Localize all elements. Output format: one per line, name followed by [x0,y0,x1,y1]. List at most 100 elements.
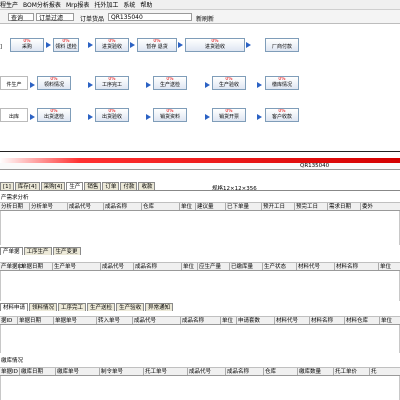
tab-production-accept[interactable]: 生产验收 [116,303,145,311]
col-header[interactable]: 制令单号 [100,368,144,375]
tab-receipt[interactable]: 收款 [138,182,156,190]
refresh-link[interactable]: 新刷新 [196,14,214,23]
col-header[interactable]: 应生产量 [198,263,230,270]
material-tab-bar: 材料申请 领料情况 工序完工 生产送检 生产验收 异常通知 [0,303,174,311]
col-header[interactable]: 成品代号 [133,317,181,324]
col-header[interactable]: 已缴库量 [230,263,263,270]
tab-process-production[interactable]: 工序生产 [23,247,52,255]
col-header[interactable]: 分析日期 [0,203,30,210]
tab-orders[interactable]: 订单 [102,182,120,190]
col-header[interactable]: 材料代号 [297,263,335,270]
flow-step-shipment-inspect[interactable]: 0% 出货送检 [37,108,71,122]
menu-item-outsource[interactable]: 托外加工 [94,0,118,9]
menu-item-mrp[interactable]: Mrp报表 [66,0,89,9]
tab-payment[interactable]: 付款 [120,182,138,190]
col-header[interactable]: 单位 [380,317,400,324]
col-header[interactable]: 申请套数 [237,317,275,324]
col-header[interactable]: 转入单号 [97,317,133,324]
flow-arrow [46,42,51,48]
warehousing-table-body[interactable] [0,376,400,400]
tab-process-done[interactable]: 工序完工 [58,303,87,311]
col-header[interactable]: 单位 [221,317,237,324]
col-header[interactable]: 生产状态 [263,263,297,270]
col-header[interactable]: 缴库数量 [298,368,334,375]
col-header[interactable]: 建议量 [196,203,226,210]
col-header[interactable]: 材料仓库 [345,317,380,324]
col-header[interactable]: 已下单量 [226,203,262,210]
tab-material-request[interactable]: 材料申请 [0,303,29,311]
order-number-input[interactable]: QR135040 [108,13,192,21]
col-header[interactable]: 需求日期 [328,203,361,210]
col-header[interactable]: 成品名称 [134,263,182,270]
tab-material-issue[interactable]: 领料情况 [29,303,58,311]
tab-1[interactable]: [1] [0,182,14,190]
col-header[interactable]: 材料名称 [335,263,379,270]
flow-step-part-production[interactable]: 件生产 [0,76,28,90]
col-header[interactable]: 单位 [379,263,400,270]
query-button[interactable]: 查询 [8,13,34,22]
production-table-body[interactable] [0,271,400,301]
menu-item-help[interactable]: 帮助 [140,0,152,9]
col-header[interactable]: 据ID [0,317,18,324]
col-header[interactable]: 委外 [361,203,380,210]
flow-step-hold-return[interactable]: 0% 暂存 退货 [137,38,177,52]
flow-step-process-done[interactable]: 0% 工序完工 [95,76,129,90]
col-header[interactable]: 材料名称 [310,317,345,324]
tab-sales[interactable]: 销售 [84,182,102,190]
flow-step-sales-invoice[interactable]: 0% 销货开票 [212,108,246,122]
flow-step-production-accept[interactable]: 0% 生产验收 [212,76,246,90]
flow-step-vendor-payment[interactable]: 厂商付款 [265,38,299,52]
flow-step-material-inspect[interactable]: 0% 领料 送检 [53,38,79,52]
col-header[interactable]: 仓库 [264,368,298,375]
menu-item-bom[interactable]: BOM分析报表 [23,0,61,9]
col-header[interactable]: 缴库日期 [20,368,56,375]
col-header[interactable]: 成品名称 [226,368,264,375]
col-header[interactable]: 单据日期 [18,317,54,324]
menu-item-production[interactable]: 程生产 [0,0,18,9]
col-header[interactable]: 托工单号 [144,368,188,375]
tab-purchase[interactable]: 采购[4] [40,182,66,190]
flow-step-incoming-accept[interactable]: 0% 进货验收 [95,38,129,52]
tab-production-inspect[interactable]: 生产送检 [87,303,116,311]
col-header[interactable]: 成品名称 [181,317,221,324]
flow-step-warehousing[interactable]: 0% 缴库情况 [265,76,299,90]
flow-step-production-inspect[interactable]: 0% 生产送检 [153,76,187,90]
flow-step-outbound[interactable]: 出库 [0,108,28,122]
col-header[interactable]: 成品代号 [68,203,104,210]
col-header[interactable]: 材料代号 [275,317,310,324]
col-header[interactable]: 缴库单号 [56,368,100,375]
flow-step-purchase[interactable]: 0% 采购 [10,38,44,52]
col-header[interactable]: 成品代号 [101,263,134,270]
tab-production-change[interactable]: 生产变更 [52,247,81,255]
order-filter-button[interactable]: 订单过滤 [36,13,74,22]
tab-inventory[interactable]: 库存[4] [14,182,40,190]
flow-step-sales-data[interactable]: 0% 销货资料 [153,108,187,122]
col-header[interactable]: 预完工日 [295,203,328,210]
col-header[interactable]: 单据日期 [20,263,53,270]
tab-production[interactable]: 生产 [66,182,84,190]
flow-step-incoming-accept-2[interactable]: 0% 进货验收 [185,38,245,52]
col-header[interactable]: 成品名称 [104,203,142,210]
tab-exception-notice[interactable]: 异常通知 [145,303,174,311]
col-header[interactable]: 仓库 [142,203,180,210]
main-tab-bar: [1] 库存[4] 采购[4] 生产 销售 订单 付款 收款 [0,182,156,190]
flow-step-material-issue[interactable]: 0% 领料情况 [37,76,71,90]
col-header[interactable]: 生产单号 [53,263,101,270]
col-header[interactable]: 单位 [180,203,196,210]
col-header[interactable]: 单位 [182,263,198,270]
menu-item-system[interactable]: 系统 [123,0,135,9]
col-header[interactable]: 托工单价 [334,368,370,375]
flow-step-shipment-accept[interactable]: 0% 出货验收 [95,108,129,122]
col-header[interactable]: 成品代号 [188,368,226,375]
col-header[interactable]: 单据单号 [54,317,97,324]
toolbar: 查询 订单过滤 订单货品 QR135040 新刷新 [0,10,400,24]
col-header[interactable]: 单据ID [0,368,20,375]
col-header[interactable]: 预开工日 [262,203,295,210]
col-header[interactable]: 分析单号 [30,203,68,210]
col-header[interactable]: 产单据ID [0,263,23,270]
demand-table-body[interactable] [0,211,400,245]
material-table-body[interactable] [0,325,400,353]
tab-production-docs[interactable]: 产单据 [0,247,23,255]
flow-step-customer-receipt[interactable]: 0% 客户收款 [265,108,299,122]
col-header[interactable]: 托 [370,368,400,375]
